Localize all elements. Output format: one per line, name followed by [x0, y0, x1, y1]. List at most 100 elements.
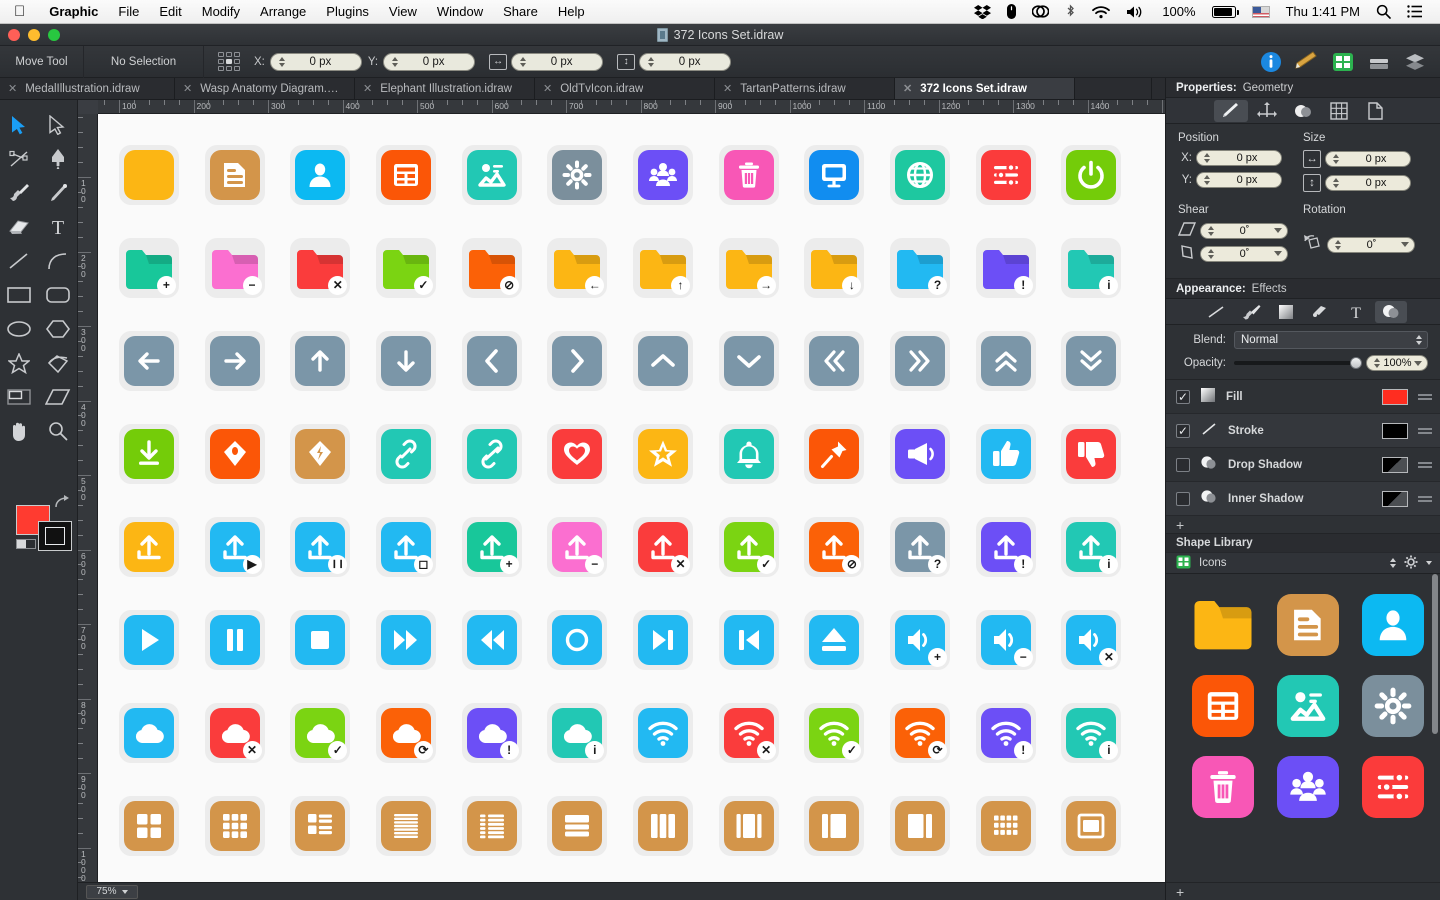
effect-enabled-checkbox[interactable]: ✓ [1176, 389, 1190, 404]
menu-item-arrange[interactable]: Arrange [250, 4, 316, 19]
icon-cell[interactable]: ! [963, 686, 1049, 779]
eraser-tool-button[interactable] [0, 210, 39, 244]
effect-color-swatch[interactable] [1382, 388, 1408, 405]
text-tab[interactable]: T [1340, 301, 1372, 323]
icon-selection-box[interactable]: → [718, 237, 779, 298]
icon-upload-remove[interactable]: − [552, 521, 605, 574]
icon-cell[interactable] [620, 407, 706, 500]
icon-cell[interactable]: ? [877, 500, 963, 593]
icon-play[interactable] [123, 614, 174, 665]
icon-selection-box[interactable]: i [547, 702, 608, 763]
battery-icon[interactable] [1204, 5, 1244, 18]
icon-cell[interactable]: ▶ [192, 500, 278, 593]
icon-selection-box[interactable]: + [461, 516, 522, 577]
icon-selection-box[interactable]: ✓ [290, 702, 351, 763]
style-tab[interactable] [1286, 100, 1320, 122]
icon-selection-box[interactable]: ✕ [632, 516, 693, 577]
add-shape-button[interactable]: + [1176, 884, 1184, 900]
icon-tag-bolt[interactable] [295, 428, 346, 479]
width-stepper[interactable] [517, 56, 529, 67]
icon-stop[interactable] [295, 614, 346, 665]
default-colors-swatch[interactable] [16, 539, 36, 549]
gradient-tab[interactable] [1305, 301, 1337, 323]
icon-settings-gear[interactable] [552, 149, 603, 200]
icon-cell[interactable] [449, 314, 535, 407]
icon-volume-add[interactable]: + [895, 614, 948, 667]
icon-pin[interactable] [809, 428, 860, 479]
wifi-icon[interactable] [1084, 5, 1118, 19]
icon-cell[interactable] [706, 407, 792, 500]
toolbar-x-input[interactable]: 0 px [269, 52, 362, 71]
icon-selection-box[interactable] [1061, 423, 1122, 484]
icon-selection-box[interactable] [547, 609, 608, 670]
icon-cell[interactable]: + [877, 593, 963, 686]
icon-selection-box[interactable] [290, 423, 351, 484]
icon-selection-box[interactable] [632, 144, 693, 205]
shape-library-selected[interactable]: Icons [1199, 557, 1382, 569]
library-icon-trash[interactable] [1191, 755, 1254, 818]
icon-cell[interactable]: ✕ [706, 686, 792, 779]
shape-library-item[interactable] [1350, 584, 1435, 665]
effect-row[interactable]: Drop Shadow [1166, 448, 1440, 482]
icon-cell[interactable] [963, 128, 1049, 221]
icon-record[interactable] [552, 614, 603, 665]
icon-layout-lines[interactable] [380, 800, 431, 851]
menu-item-plugins[interactable]: Plugins [316, 4, 379, 19]
icon-cell[interactable]: i [1049, 500, 1135, 593]
icon-cell[interactable] [106, 407, 192, 500]
icon-arrow-down[interactable] [380, 335, 431, 386]
effect-row[interactable]: ✓ Fill [1166, 380, 1440, 414]
icon-selection-box[interactable] [975, 795, 1036, 856]
icon-cell[interactable] [792, 593, 878, 686]
zoom-tool-button[interactable] [39, 414, 78, 448]
icon-cell[interactable]: ! [963, 500, 1049, 593]
icon-selection-box[interactable]: + [890, 609, 951, 670]
rectangle-tool-button[interactable] [0, 278, 39, 312]
icon-upload[interactable] [123, 521, 174, 572]
icon-cell[interactable] [106, 686, 192, 779]
icon-cloud-delete[interactable]: ✕ [209, 707, 262, 760]
menu-item-help[interactable]: Help [548, 4, 595, 19]
icon-selection-box[interactable]: ❙❙ [290, 516, 351, 577]
icon-selection-box[interactable]: ✓ [375, 237, 436, 298]
library-icon-user[interactable] [1361, 593, 1424, 656]
icon-wifi-off[interactable]: ✕ [723, 707, 776, 760]
icon-selection-box[interactable] [118, 795, 179, 856]
icon-selection-box[interactable] [975, 144, 1036, 205]
icon-cell[interactable] [192, 407, 278, 500]
icon-selection-box[interactable]: ← [547, 237, 608, 298]
icon-chevrons-down[interactable] [1066, 335, 1117, 386]
icon-cell[interactable] [877, 314, 963, 407]
zoom-level-select[interactable]: 75% [86, 884, 138, 899]
opacity-slider-knob[interactable] [1350, 357, 1362, 369]
effect-options-icon[interactable] [1418, 393, 1432, 400]
icon-cell[interactable] [449, 128, 535, 221]
mouse-icon[interactable] [999, 4, 1024, 19]
icon-cell[interactable] [106, 779, 192, 872]
icon-selection-box[interactable] [290, 144, 351, 205]
icon-selection-box[interactable] [547, 330, 608, 391]
icon-cell[interactable] [620, 686, 706, 779]
inspector-button[interactable] [1364, 49, 1394, 75]
stroke-tab[interactable] [1200, 301, 1232, 323]
icon-selection-box[interactable] [204, 330, 265, 391]
icon-cell[interactable] [877, 407, 963, 500]
icon-cell[interactable]: − [963, 593, 1049, 686]
icon-selection-box[interactable] [461, 423, 522, 484]
icon-cell[interactable] [192, 314, 278, 407]
icon-selection-box[interactable]: ⟳ [890, 702, 951, 763]
icon-layout-quad[interactable] [123, 800, 174, 851]
icon-selection-box[interactable] [375, 144, 436, 205]
position-y-input[interactable]: 0 px [1196, 172, 1282, 188]
icon-cell[interactable]: − [192, 221, 278, 314]
tab-medal-illustration[interactable]: ✕ MedalIllustration.idraw [0, 78, 175, 99]
add-effect-row[interactable]: + [1166, 516, 1440, 534]
icon-selection-box[interactable] [547, 423, 608, 484]
icon-cell[interactable]: ⊘ [449, 221, 535, 314]
icon-cell[interactable]: ✕ [1049, 593, 1135, 686]
icon-cell[interactable]: → [706, 221, 792, 314]
icon-tag[interactable] [209, 428, 260, 479]
icon-wifi[interactable] [637, 707, 688, 758]
icon-cell[interactable] [620, 314, 706, 407]
icon-selection-box[interactable] [290, 330, 351, 391]
